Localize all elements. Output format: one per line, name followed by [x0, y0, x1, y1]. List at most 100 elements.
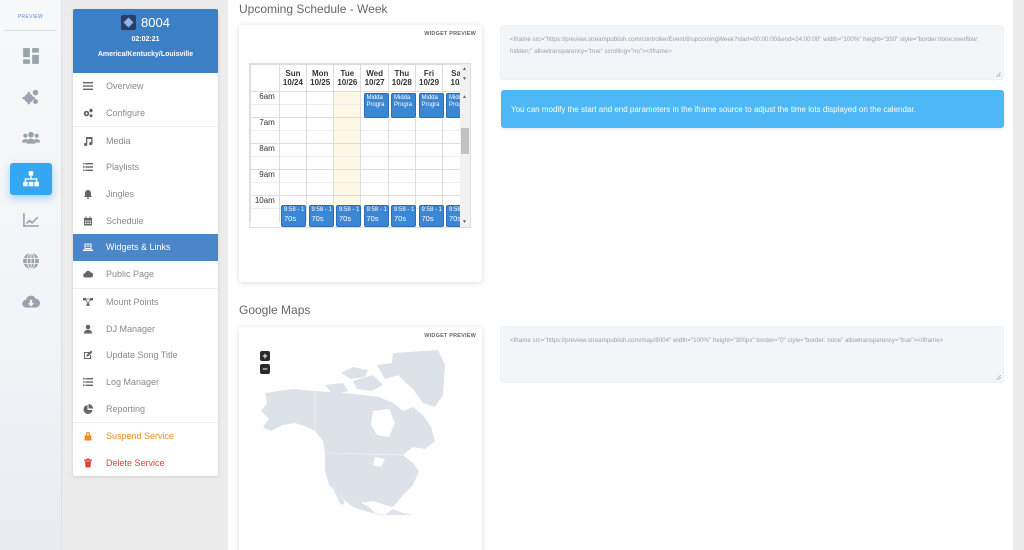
calendar-slot[interactable]	[414, 169, 444, 183]
calendar-slot[interactable]	[387, 169, 416, 183]
calendar-event[interactable]: 9:58 - 170s	[418, 205, 444, 227]
calendar-slot[interactable]	[278, 104, 308, 118]
menu-item-configure[interactable]: Configure	[73, 100, 218, 127]
calendar-slot[interactable]	[360, 169, 389, 183]
event-title: 70s	[339, 214, 352, 223]
calendar-slot[interactable]	[414, 156, 444, 170]
north-america-map[interactable]	[253, 345, 453, 515]
calendar-event[interactable]: Midda Progra	[363, 93, 389, 118]
icon-rail: PREVIEW	[0, 0, 62, 550]
calendar-slot[interactable]	[387, 182, 416, 196]
menu-item-label: Reporting	[106, 403, 146, 414]
schedule-info-alert: You can modify the start and end paramet…	[501, 90, 1004, 128]
event-title: Progra	[366, 102, 385, 108]
calendar-slot[interactable]	[360, 182, 389, 196]
calendar-event[interactable]: 9:58 - 170s	[281, 205, 306, 227]
resize-handle[interactable]	[996, 72, 1001, 77]
calendar-slot[interactable]	[387, 143, 416, 157]
menu-item-media[interactable]: Media	[73, 127, 218, 154]
calendar-slot[interactable]	[360, 143, 389, 157]
page-scrollbar[interactable]	[1013, 0, 1024, 550]
calendar-slot[interactable]	[360, 117, 389, 131]
calendar-slot[interactable]	[333, 130, 362, 144]
calendar-slot[interactable]	[333, 117, 362, 131]
calendar-slot[interactable]	[278, 156, 308, 170]
rail-users[interactable]	[10, 122, 52, 154]
rail-dashboard[interactable]	[10, 40, 52, 72]
calendar-slot[interactable]	[278, 169, 308, 183]
menu-item-update-song-title[interactable]: Update Song Title	[73, 342, 218, 369]
calendar-slot[interactable]	[333, 169, 362, 183]
scroll-up-arrow[interactable]: ▲	[462, 94, 467, 100]
calendar-time-label: 9am	[250, 169, 280, 183]
calendar-slot[interactable]	[306, 143, 335, 157]
calendar-slot[interactable]	[360, 130, 389, 144]
cogs-icon	[83, 108, 93, 118]
menu-item-schedule[interactable]: Schedule	[73, 207, 218, 234]
map-embed-code[interactable]: <iframe src="https://preview.streampubli…	[500, 326, 1004, 383]
resize-handle[interactable]	[996, 375, 1001, 380]
calendar-slot[interactable]	[278, 91, 308, 105]
menu-item-delete-service[interactable]: Delete Service	[73, 450, 218, 477]
rail-cloud-download[interactable]	[10, 286, 52, 318]
rail-globe[interactable]	[10, 245, 52, 277]
calendar-slot[interactable]	[333, 104, 362, 118]
scroll-down-arrow[interactable]: ▼	[462, 76, 467, 82]
menu-item-public-page[interactable]: Public Page	[73, 261, 218, 288]
calendar-slot[interactable]	[333, 91, 362, 105]
calendar-event[interactable]: 9:58 - 170s	[363, 205, 389, 227]
menu-item-log-manager[interactable]: Log Manager	[73, 369, 218, 396]
calendar-scrollbar[interactable]: ▲ ▼ ▲ ▼	[460, 64, 470, 227]
calendar-slot[interactable]	[387, 130, 416, 144]
event-time: Midda	[366, 95, 383, 101]
calendar-event[interactable]: 9:58 - 170s	[391, 205, 416, 227]
rail-stats[interactable]	[10, 204, 52, 236]
calendar-slot[interactable]	[278, 182, 308, 196]
calendar-slot[interactable]	[306, 130, 335, 144]
calendar-slot[interactable]	[414, 182, 444, 196]
menu-item-suspend-service[interactable]: Suspend Service	[73, 423, 218, 450]
event-title: 70s	[366, 214, 379, 223]
calendar-slot[interactable]	[306, 156, 335, 170]
calendar-slot[interactable]	[387, 156, 416, 170]
calendar-slot[interactable]	[360, 156, 389, 170]
calendar-slot[interactable]	[414, 130, 444, 144]
calendar-slot[interactable]	[414, 117, 444, 131]
calendar-event[interactable]: 9:58 - 170s	[308, 205, 334, 227]
calendar-event[interactable]: Midda Progra	[418, 93, 444, 118]
scrollbar-thumb[interactable]	[461, 128, 469, 154]
calendar-slot[interactable]	[278, 130, 308, 144]
calendar-slot[interactable]	[306, 104, 335, 118]
menu-item-playlists[interactable]: Playlists	[73, 154, 218, 181]
scroll-up-arrow[interactable]: ▲	[462, 66, 467, 72]
calendar-slot[interactable]	[333, 182, 362, 196]
week-calendar[interactable]: Sun 10/24 Mon 10/25 Tue 10/26 Wed 10/27 Thu 1…	[249, 63, 471, 228]
menu-item-mount-points[interactable]: Mount Points	[73, 289, 218, 316]
menu-item-reporting[interactable]: Reporting	[73, 395, 218, 422]
rail-settings[interactable]	[10, 81, 52, 113]
calendar-event[interactable]: 9:58 - 170s	[336, 205, 361, 227]
calendar-slot[interactable]	[387, 117, 416, 131]
event-time: 9:58 - 1	[366, 207, 387, 213]
map-widget-preview: WIDGET PREVIEW + −	[239, 327, 482, 550]
scroll-down-arrow[interactable]: ▼	[462, 219, 467, 225]
schedule-embed-code[interactable]: <iframe src="https://preview.streampubli…	[500, 25, 1004, 80]
menu-item-widgets-links[interactable]: Widgets & Links	[73, 234, 218, 261]
calendar-slot[interactable]	[333, 143, 362, 157]
calendar-slot[interactable]	[333, 156, 362, 170]
calendar-slot[interactable]	[306, 169, 335, 183]
calendar-slot[interactable]	[278, 117, 308, 131]
rail-sitemap[interactable]	[9, 163, 52, 195]
menu-item-jingles[interactable]: Jingles	[73, 181, 218, 208]
calendar-slot[interactable]	[306, 117, 335, 131]
calendar-slot[interactable]	[414, 143, 444, 157]
calendar-slot[interactable]	[306, 91, 335, 105]
calendar-slot[interactable]	[278, 143, 308, 157]
calendar-event[interactable]: Midda Progra	[391, 93, 416, 118]
menu-item-overview[interactable]: Overview	[73, 73, 218, 100]
embed-code-text: <iframe src="https://preview.streampubli…	[510, 36, 979, 55]
calendar-slot[interactable]	[306, 182, 335, 196]
event-time: 9:58 - 1	[339, 207, 360, 213]
calendar-day-header: Wed 10/27	[360, 64, 389, 92]
menu-item-dj-manager[interactable]: DJ Manager	[73, 315, 218, 342]
